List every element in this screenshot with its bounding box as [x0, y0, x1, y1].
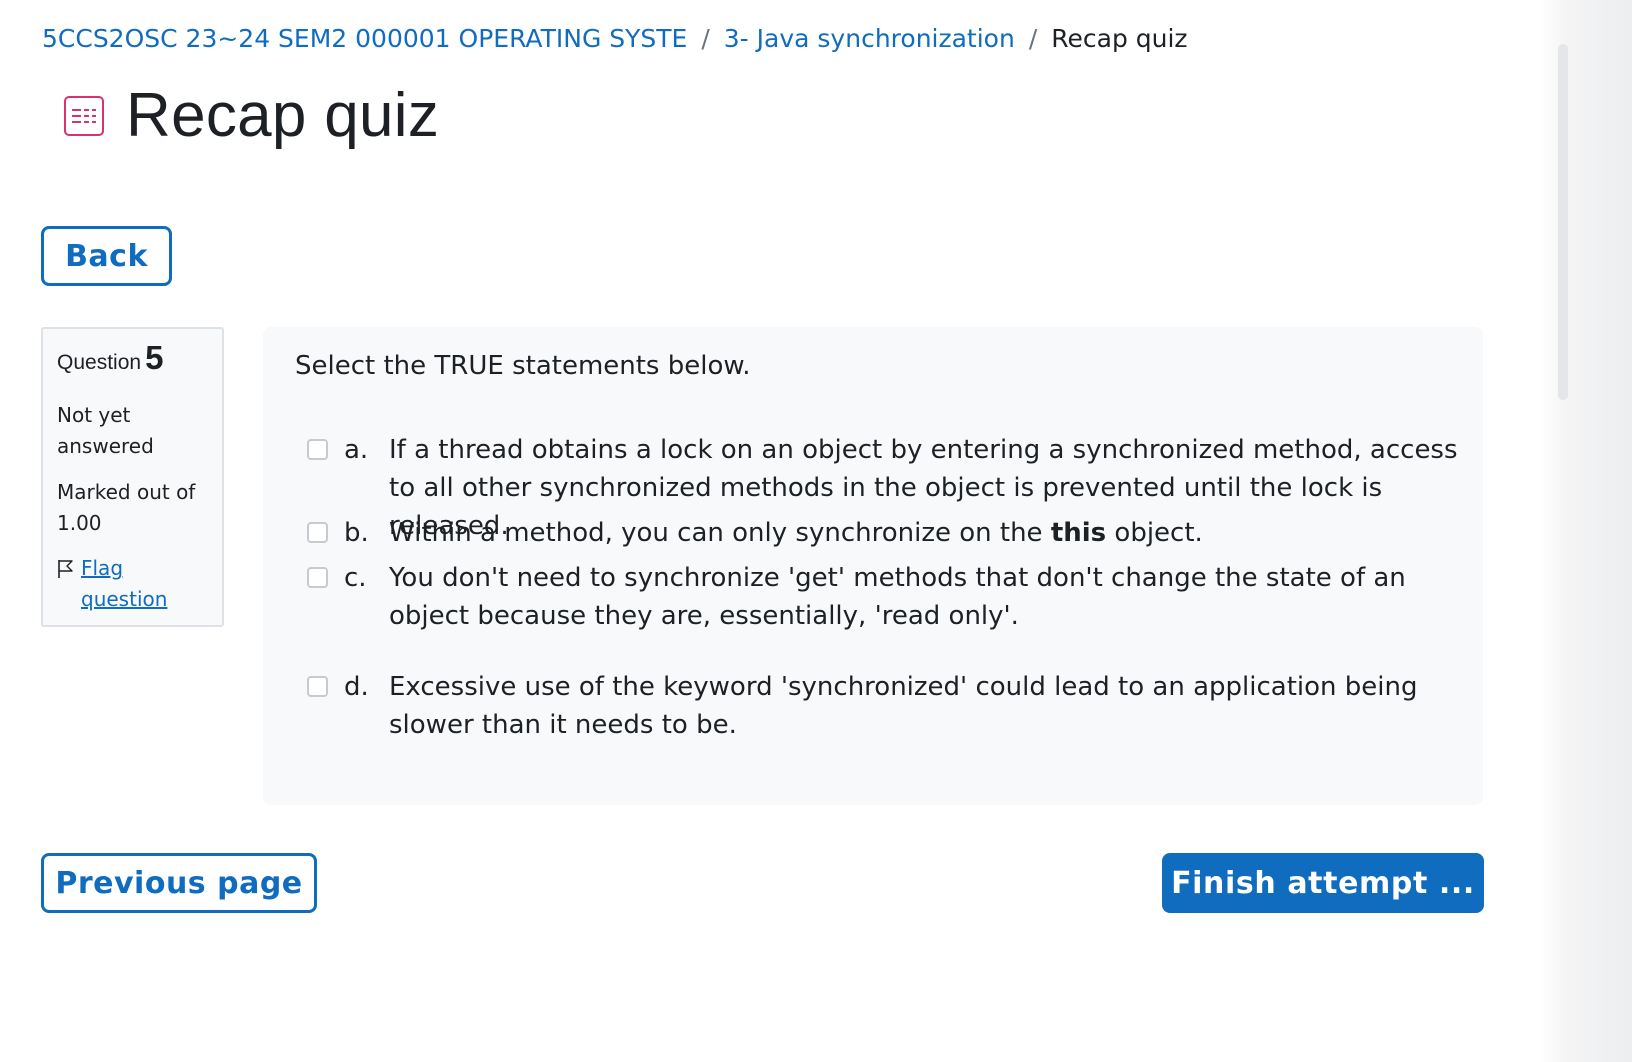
drawer-handle[interactable] [1558, 44, 1568, 400]
previous-page-button[interactable]: Previous page [41, 853, 317, 913]
option-letter: b. [344, 518, 369, 548]
breadcrumb-course-link[interactable]: 5CCS2OSC 23~24 SEM2 000001 OPERATING SYS… [42, 22, 687, 56]
answer-option-c[interactable]: c. You don't need to synchronize 'get' m… [307, 559, 1469, 635]
question-state: Not yet answered [57, 403, 154, 458]
option-text: Excessive use of the keyword 'synchroniz… [389, 672, 1418, 740]
breadcrumb-separator: / [701, 24, 710, 53]
question-grade: Marked out of 1.00 [57, 480, 196, 535]
checkbox[interactable] [307, 567, 328, 588]
breadcrumb-section-link[interactable]: 3- Java synchronization [724, 22, 1015, 56]
page-scroll-gutter [1540, 0, 1632, 1062]
back-button[interactable]: Back [41, 226, 172, 286]
option-letter: c. [344, 563, 367, 593]
breadcrumb: 5CCS2OSC 23~24 SEM2 000001 OPERATING SYS… [42, 22, 1188, 56]
checkbox[interactable] [307, 522, 328, 543]
answer-option-b[interactable]: b. Within a method, you can only synchro… [307, 514, 1469, 552]
flag-icon [58, 560, 73, 578]
finish-attempt-button[interactable]: Finish attempt ... [1162, 853, 1484, 913]
breadcrumb-current: Recap quiz [1051, 24, 1188, 53]
option-letter: d. [344, 672, 369, 702]
option-text: Within a method, you can only synchroniz… [389, 518, 1203, 548]
question-content: Select the TRUE statements below. a. If … [263, 327, 1483, 805]
page-header: Recap quiz [64, 80, 439, 152]
checkbox[interactable] [307, 676, 328, 697]
question-number-label: Question [57, 351, 142, 374]
question-info-panel: Question 5 Not yet answered Marked out of… [41, 327, 224, 627]
page-title: Recap quiz [126, 81, 440, 150]
checkbox[interactable] [307, 439, 328, 460]
flag-question-link[interactable]: Flag question [57, 553, 208, 615]
question-number-value: 5 [145, 339, 164, 376]
option-text: You don't need to synchronize 'get' meth… [389, 563, 1406, 631]
breadcrumb-separator: / [1028, 24, 1038, 53]
question-number: Question 5 [57, 341, 208, 380]
flag-question-label: Flag question [81, 556, 168, 611]
quiz-icon [64, 96, 104, 136]
question-text: Select the TRUE statements below. [295, 351, 751, 381]
answer-option-d[interactable]: d. Excessive use of the keyword 'synchro… [307, 668, 1469, 744]
